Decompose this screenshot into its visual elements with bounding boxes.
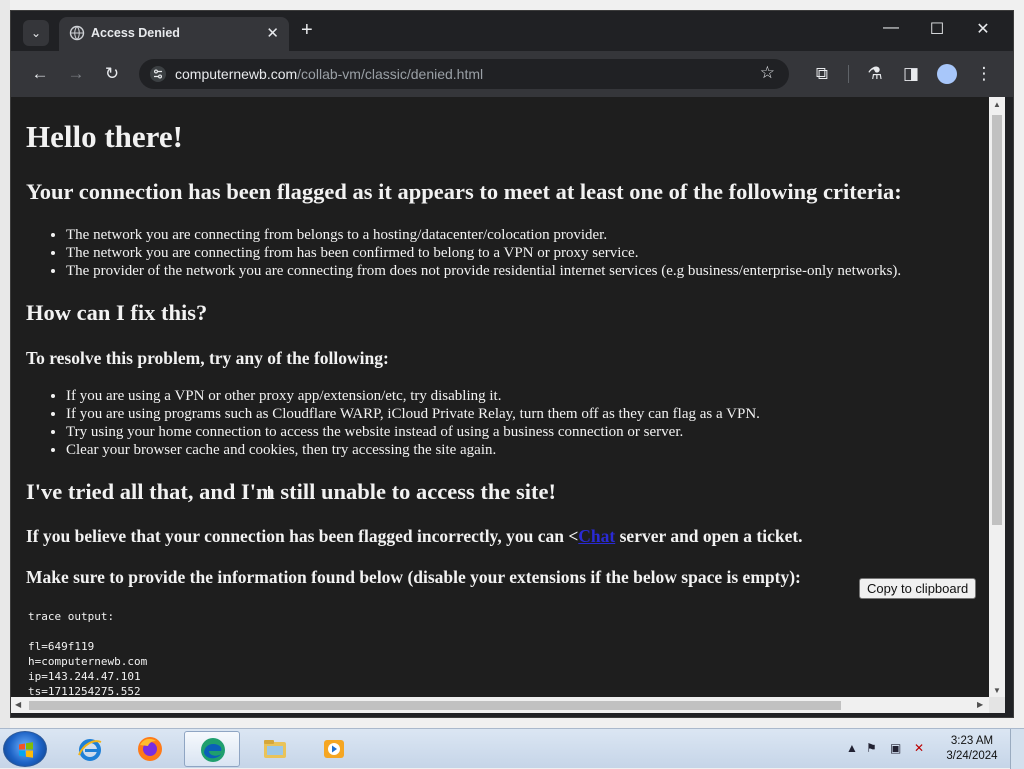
page-title: Hello there!: [26, 119, 183, 154]
browser-window: ⌄ Access Denied ✕ + — ☐ ✕ ← → ↻ computer…: [10, 10, 1014, 718]
explorer-icon: [264, 740, 286, 758]
show-hidden-icons-icon[interactable]: ▲: [846, 741, 858, 755]
taskbar-edge-active[interactable]: [184, 731, 240, 767]
tab-strip: ⌄ Access Denied ✕ + — ☐ ✕: [11, 11, 1013, 51]
windows-start-icon: [19, 742, 33, 758]
action-center-flag-icon[interactable]: ⚑: [866, 741, 877, 755]
criteria-list: The network you are connecting from belo…: [26, 226, 901, 280]
start-button[interactable]: [3, 731, 47, 767]
minimize-button[interactable]: —: [876, 19, 906, 37]
chat-link[interactable]: Chat: [578, 526, 615, 546]
taskbar-file-explorer[interactable]: [247, 731, 303, 767]
tab-access-denied[interactable]: Access Denied ✕: [59, 17, 289, 51]
browser-toolbar: ← → ↻ computernewb.com/collab-vm/classic…: [11, 51, 1013, 97]
text-cursor: [268, 486, 270, 499]
close-window-button[interactable]: ✕: [968, 19, 998, 39]
chevron-down-icon: ⌄: [30, 26, 42, 40]
taskbar-firefox[interactable]: [122, 731, 178, 767]
taskbar: ▲ ⚑ ▣ ✕ 3:23 AM 3/24/2024: [0, 728, 1024, 769]
scroll-up-icon[interactable]: ▲: [993, 100, 1001, 109]
list-item: Try using your home connection to access…: [66, 423, 760, 441]
believe-text-end: server and open a ticket.: [615, 526, 803, 546]
list-item: If you are using a VPN or other proxy ap…: [66, 387, 760, 405]
url-host: computernewb.com: [175, 66, 298, 82]
taskbar-media-player[interactable]: [306, 731, 362, 767]
flagged-heading: Your connection has been flagged as it a…: [26, 179, 902, 204]
copy-to-clipboard-button[interactable]: Copy to clipboard: [859, 578, 977, 599]
clock-date: 3/24/2024: [946, 750, 998, 762]
vertical-scrollbar[interactable]: ▲ ▼: [989, 97, 1005, 697]
believe-text: If you believe that your connection has …: [26, 526, 579, 546]
lab-icon[interactable]: ⚗: [864, 64, 886, 84]
fix-list: If you are using a VPN or other proxy ap…: [26, 387, 760, 459]
scroll-left-icon[interactable]: ◀: [15, 700, 21, 709]
scrollbar-corner: [989, 697, 1005, 713]
ie-icon: [78, 739, 102, 761]
show-desktop-button[interactable]: [1010, 729, 1024, 769]
resolve-heading: To resolve this problem, try any of the …: [26, 348, 389, 368]
media-player-icon: [324, 740, 344, 758]
vertical-scroll-thumb[interactable]: [992, 115, 1002, 525]
taskbar-internet-explorer[interactable]: [62, 731, 118, 767]
forward-icon[interactable]: →: [65, 64, 87, 84]
clock[interactable]: 3:23 AM 3/24/2024: [946, 734, 998, 764]
edge-icon: [201, 738, 225, 762]
page-content: Hello there! Your connection has been fl…: [11, 97, 989, 697]
list-item: The provider of the network you are conn…: [66, 262, 901, 280]
address-bar[interactable]: computernewb.com/collab-vm/classic/denie…: [139, 59, 789, 89]
star-icon[interactable]: ☆: [760, 63, 775, 83]
menu-icon[interactable]: ⋮: [973, 64, 995, 84]
close-tab-icon[interactable]: ✕: [266, 24, 279, 42]
back-icon[interactable]: ←: [29, 64, 51, 84]
url-path: /collab-vm/classic/denied.html: [297, 66, 484, 82]
provide-info-paragraph: Make sure to provide the information fou…: [26, 567, 801, 587]
profile-icon[interactable]: [937, 64, 957, 84]
tried-heading: I've tried all that, and I'm still unabl…: [26, 479, 556, 504]
tab-title: Access Denied: [91, 26, 180, 40]
trace-output: trace output: fl=649f119 h=computernewb.…: [28, 610, 148, 697]
scroll-down-icon[interactable]: ▼: [993, 686, 1001, 695]
url-text: computernewb.com/collab-vm/classic/denie…: [175, 66, 483, 82]
believe-paragraph: If you believe that your connection has …: [26, 526, 803, 547]
firefox-icon: [138, 737, 162, 761]
scroll-right-icon[interactable]: ▶: [977, 700, 983, 709]
list-item: The network you are connecting from belo…: [66, 226, 901, 244]
maximize-button[interactable]: ☐: [922, 19, 952, 39]
extensions-icon[interactable]: ⧉: [811, 64, 833, 84]
horizontal-scrollbar[interactable]: ◀ ▶: [11, 697, 989, 713]
volume-muted-icon[interactable]: ✕: [914, 741, 924, 755]
clock-time: 3:23 AM: [950, 735, 994, 747]
toolbar-divider: [848, 65, 849, 83]
network-icon[interactable]: ▣: [890, 741, 901, 755]
new-tab-button[interactable]: +: [301, 19, 313, 42]
fix-heading: How can I fix this?: [26, 300, 208, 325]
site-info-icon[interactable]: [149, 65, 167, 83]
list-item: If you are using programs such as Cloudf…: [66, 405, 760, 423]
list-item: The network you are connecting from has …: [66, 244, 901, 262]
list-item: Clear your browser cache and cookies, th…: [66, 441, 760, 459]
side-panel-icon[interactable]: ◨: [900, 64, 922, 84]
horizontal-scroll-thumb[interactable]: [29, 701, 841, 710]
globe-tab-icon: [69, 25, 85, 41]
reload-icon[interactable]: ↻: [101, 64, 123, 84]
tab-search-button[interactable]: ⌄: [23, 20, 49, 46]
desktop-background: [0, 0, 10, 728]
